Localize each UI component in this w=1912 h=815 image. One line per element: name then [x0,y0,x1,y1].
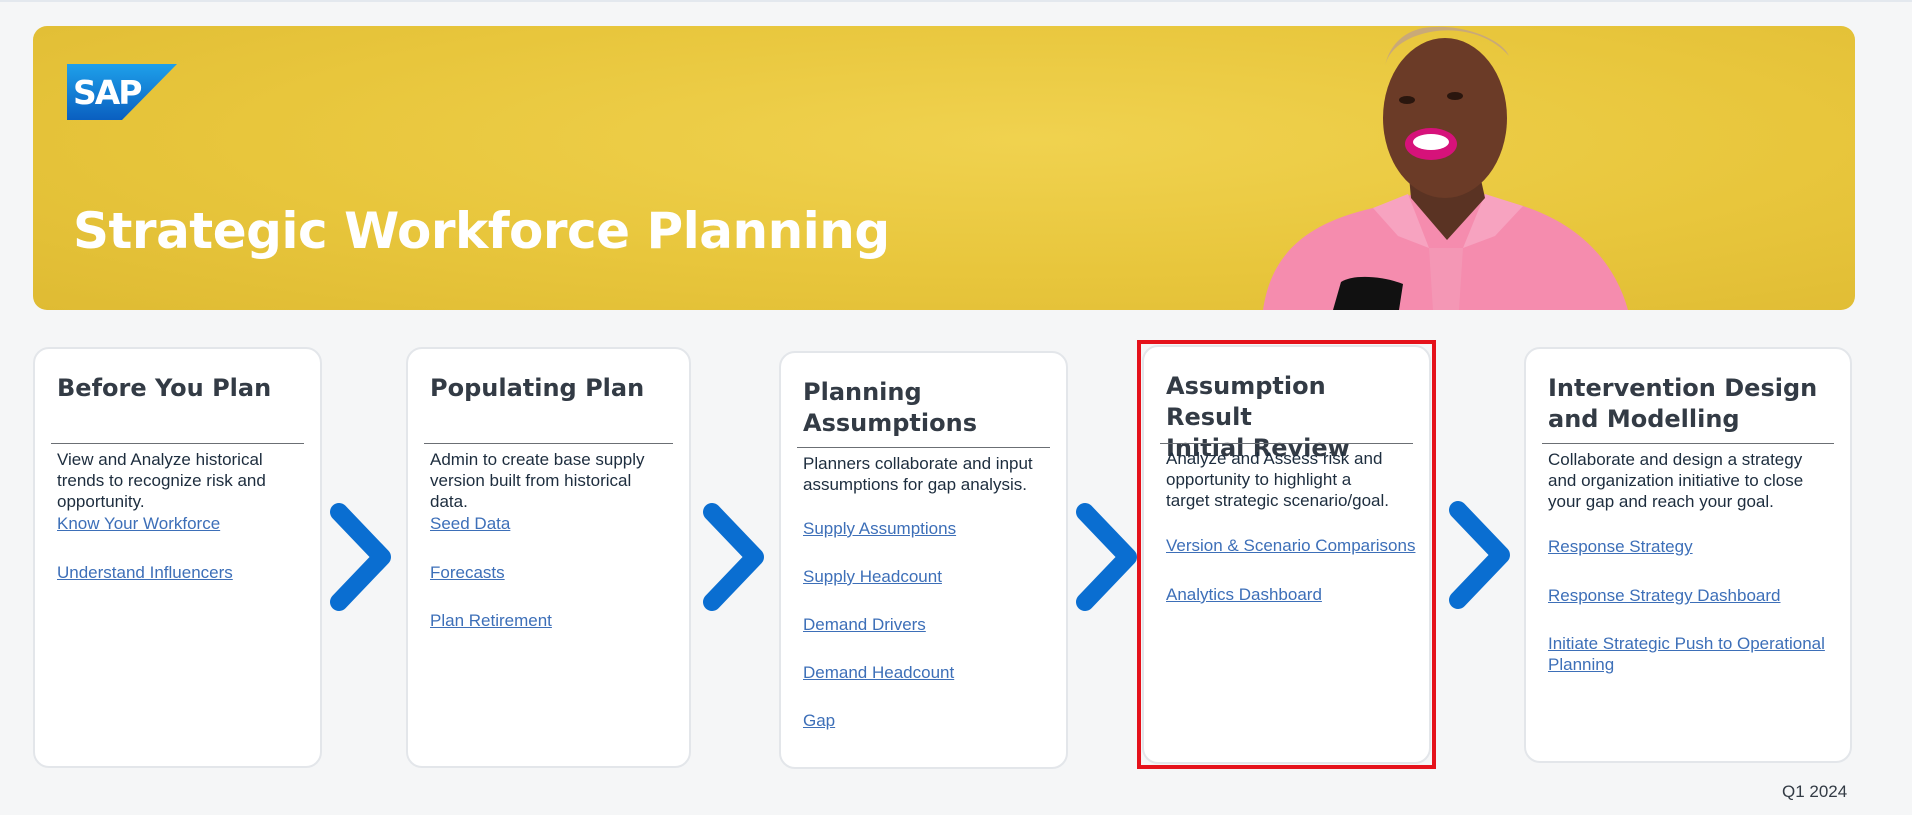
card-description: Admin to create base supply version buil… [430,450,645,511]
person-portrait-image [1263,26,1628,310]
card-description: View and Analyze historical trends to re… [57,450,266,511]
link-demand-headcount[interactable]: Demand Headcount [803,662,1056,683]
card-description: Planners collaborate and input assumptio… [803,454,1033,494]
page-title: Strategic Workforce Planning [73,202,890,260]
card-title: Intervention Design and Modelling [1548,374,1818,433]
card-before-you-plan: Before You Plan View and Analyze histori… [33,347,322,768]
link-plan-retirement[interactable]: Plan Retirement [430,610,679,631]
chevron-right-icon [330,503,391,611]
selection-highlight [1137,340,1436,769]
link-demand-drivers[interactable]: Demand Drivers [803,614,1056,635]
link-gap[interactable]: Gap [803,710,1056,731]
link-response-strategy-dashboard[interactable]: Response Strategy Dashboard [1548,585,1840,606]
svg-text:SAP: SAP [73,73,141,112]
card-title: Populating Plan [430,374,645,402]
link-seed-data[interactable]: Seed Data [430,513,679,534]
card-divider [797,447,1050,448]
chevron-right-icon [703,503,764,611]
card-divider [1542,443,1834,444]
sap-logo: SAP [67,64,177,120]
card-divider [424,443,673,444]
link-initiate-strategic-push[interactable]: Initiate Strategic Push to Operational P… [1548,633,1840,675]
card-intervention-design: Intervention Design and Modelling Collab… [1524,347,1852,763]
hero-banner: SAP Strategic Workforce Planning [33,26,1855,310]
link-forecasts[interactable]: Forecasts [430,562,679,583]
link-understand-influencers[interactable]: Understand Influencers [57,562,310,583]
card-description: Collaborate and design a strategy and or… [1548,450,1804,511]
card-title: Planning Assumptions [803,378,977,437]
chevron-right-icon [1449,501,1510,609]
chevron-right-icon [1076,503,1137,611]
link-know-your-workforce[interactable]: Know Your Workforce [57,513,310,534]
link-response-strategy[interactable]: Response Strategy [1548,536,1840,557]
card-populating-plan: Populating Plan Admin to create base sup… [406,347,691,768]
card-planning-assumptions: Planning Assumptions Planners collaborat… [779,351,1068,769]
period-label: Q1 2024 [1782,782,1848,801]
link-supply-headcount[interactable]: Supply Headcount [803,566,1056,587]
card-divider [51,443,304,444]
link-supply-assumptions[interactable]: Supply Assumptions [803,518,1056,539]
card-title: Before You Plan [57,374,272,402]
